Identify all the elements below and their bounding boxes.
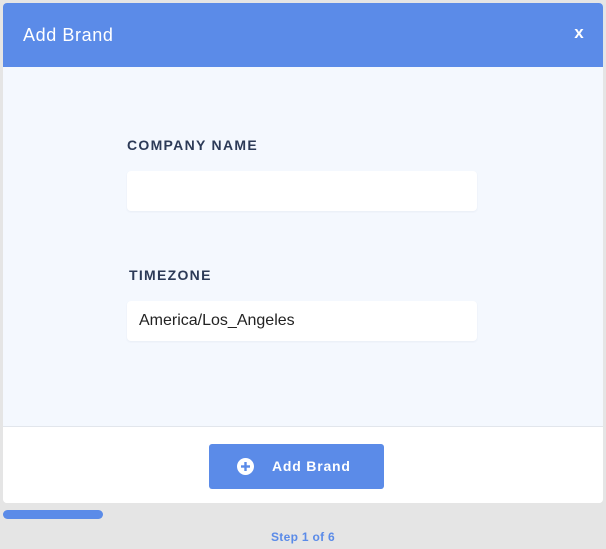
add-brand-button-label: Add Brand [272, 458, 351, 474]
modal-footer: Add Brand [3, 427, 603, 503]
add-brand-modal: Add Brand x COMPANY NAME TIMEZONE Add Br… [3, 3, 603, 503]
plus-circle-icon [237, 458, 254, 475]
add-brand-button[interactable]: Add Brand [209, 444, 384, 489]
step-indicator: Step 1 of 6 [271, 530, 335, 544]
timezone-label: TIMEZONE [129, 267, 212, 283]
company-name-label: COMPANY NAME [127, 137, 258, 153]
close-button[interactable]: x [569, 21, 589, 45]
step-progress-bar [3, 510, 103, 519]
timezone-input[interactable] [127, 301, 477, 341]
company-name-input[interactable] [127, 171, 477, 211]
modal-header: Add Brand x [3, 3, 603, 67]
modal-title: Add Brand [23, 25, 114, 45]
modal-body: COMPANY NAME TIMEZONE [3, 67, 603, 427]
